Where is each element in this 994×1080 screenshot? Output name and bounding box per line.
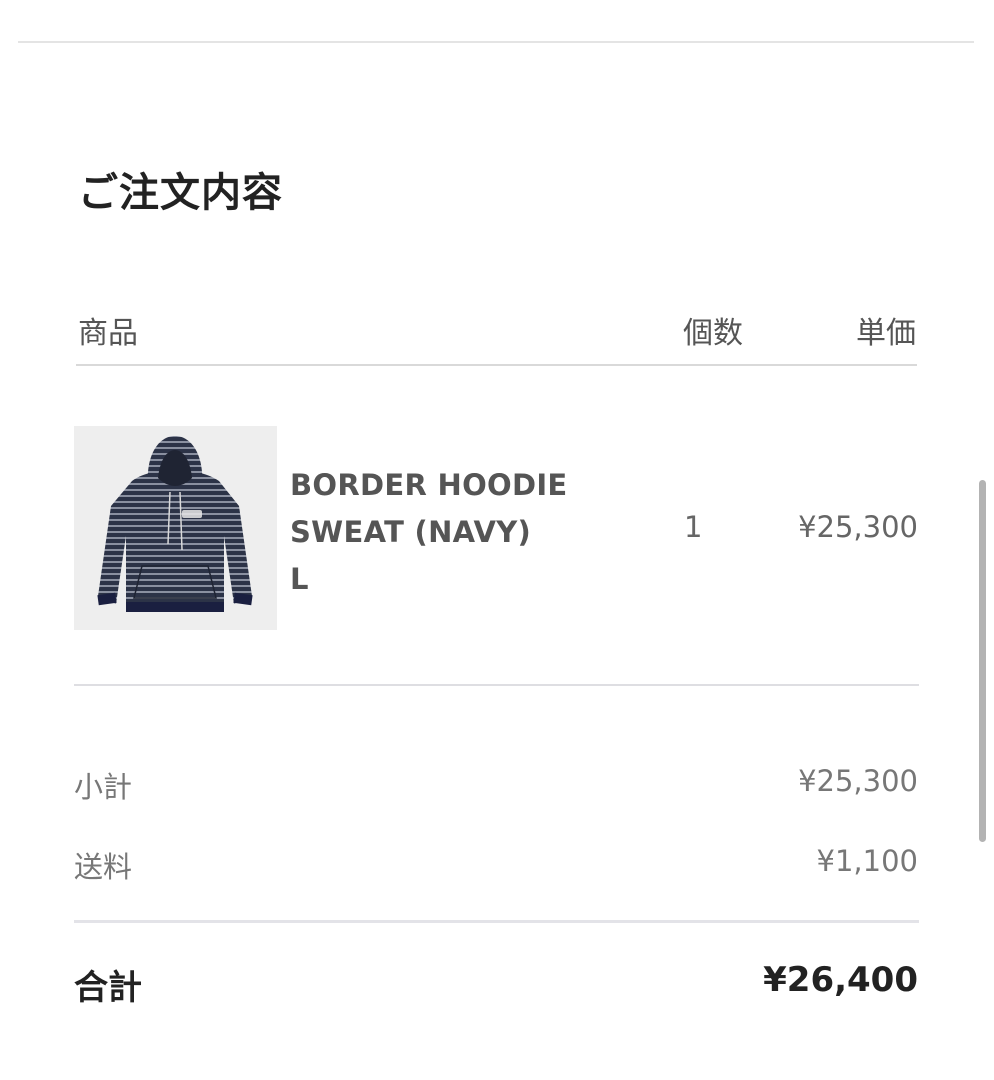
item-divider xyxy=(74,684,919,686)
hoodie-product-image[interactable] xyxy=(74,426,277,630)
item-name-line-2: SWEAT (NAVY) xyxy=(290,515,532,549)
page-title: ご注文内容 xyxy=(78,170,283,216)
order-item-row: BORDER HOODIE SWEAT (NAVY) L 1 ¥25,300 xyxy=(74,426,918,630)
vertical-scrollbar[interactable] xyxy=(979,480,986,842)
item-size: L xyxy=(290,562,309,596)
item-quantity: 1 xyxy=(684,510,703,544)
item-name-line-1: BORDER HOODIE xyxy=(290,468,568,502)
subtotal-label: 小計 xyxy=(74,770,133,804)
top-divider xyxy=(18,41,974,43)
total-value: ¥26,400 xyxy=(763,960,918,1000)
shipping-value: ¥1,100 xyxy=(816,844,918,878)
order-page: ご注文内容 商品 個数 単価 BORDER HOODIE SWEAT (NAVY… xyxy=(0,0,994,1080)
total-label: 合計 xyxy=(74,968,142,1008)
hoodie-image-graphic xyxy=(74,426,277,630)
header-divider xyxy=(76,364,917,366)
item-unit-price: ¥25,300 xyxy=(798,510,918,544)
column-header-product: 商品 xyxy=(78,316,138,351)
column-header-unit-price: 単価 xyxy=(856,316,916,351)
total-divider xyxy=(74,920,919,923)
item-name[interactable]: BORDER HOODIE SWEAT (NAVY) L xyxy=(290,462,590,603)
column-header-quantity: 個数 xyxy=(683,316,743,351)
shipping-label: 送料 xyxy=(74,850,133,884)
subtotal-value: ¥25,300 xyxy=(798,764,918,798)
